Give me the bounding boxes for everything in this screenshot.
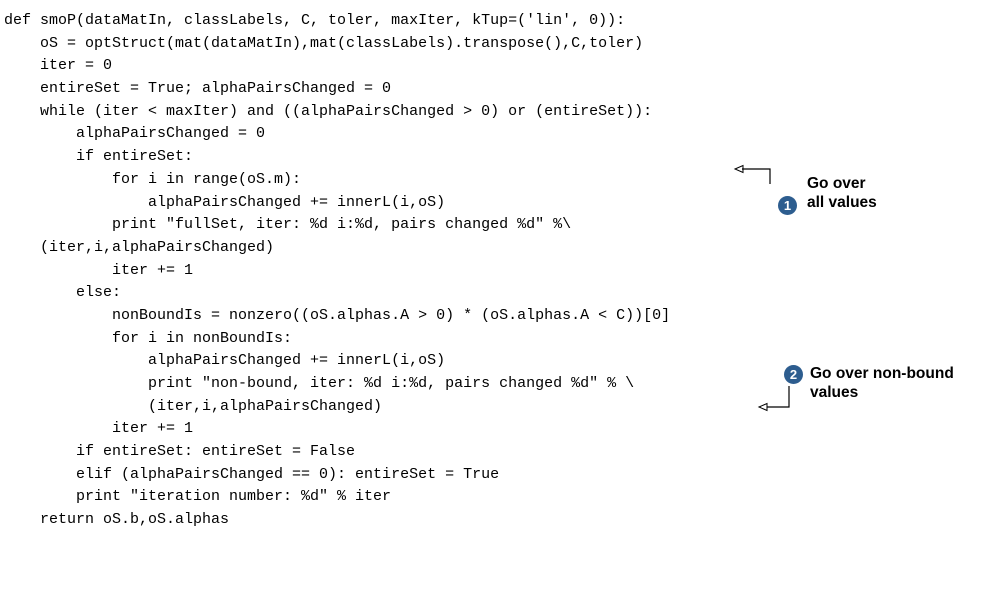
code-line: print "iteration number: %d" % iter xyxy=(4,488,392,506)
code-line: (iter,i,alphaPairsChanged) xyxy=(4,397,383,415)
code-listing: def smoP(dataMatIn, classLabels, C, tole… xyxy=(4,10,670,532)
code-line: if entireSet: entireSet = False xyxy=(4,443,356,461)
callout-arrow-1 xyxy=(733,164,771,184)
annotation-text-1: Go over all values xyxy=(807,174,877,212)
code-line: iter = 0 xyxy=(4,57,113,75)
code-line: print "non-bound, iter: %d i:%d, pairs c… xyxy=(4,375,635,392)
code-line: if entireSet: xyxy=(4,148,194,166)
annotation-2-line-2: values xyxy=(810,384,859,401)
code-line: iter += 1 xyxy=(4,420,194,438)
code-line: iter += 1 xyxy=(4,261,194,279)
annotation-badge-2: 2 xyxy=(784,365,803,384)
code-line: for i in nonBoundIs: xyxy=(4,329,293,347)
code-line: alphaPairsChanged += innerL(i,oS) xyxy=(4,352,446,370)
annotation-1-line-1: Go over xyxy=(807,175,866,192)
annotation-text-2: Go over non-bound values xyxy=(810,364,954,402)
code-line: alphaPairsChanged += innerL(i,oS) xyxy=(4,193,446,211)
code-line: def smoP(dataMatIn, classLabels, C, tole… xyxy=(4,12,626,29)
code-line: for i in range(oS.m): xyxy=(4,170,302,188)
code-line: alphaPairsChanged = 0 xyxy=(4,125,266,143)
code-line: entireSet = True; alphaPairsChanged = 0 xyxy=(4,80,392,98)
code-line: else: xyxy=(4,284,122,302)
annotation-1-line-2: all values xyxy=(807,194,877,211)
code-line: nonBoundIs = nonzero((oS.alphas.A > 0) *… xyxy=(4,306,671,324)
code-line: return oS.b,oS.alphas xyxy=(4,511,230,529)
annotation-badge-1: 1 xyxy=(778,196,797,215)
code-line: oS = optStruct(mat(dataMatIn),mat(classL… xyxy=(4,34,644,52)
code-line: print "fullSet, iter: %d i:%d, pairs cha… xyxy=(4,216,572,234)
callout-arrow-2 xyxy=(757,386,790,412)
code-line: elif (alphaPairsChanged == 0): entireSet… xyxy=(4,465,500,483)
annotation-2-line-1: Go over non-bound xyxy=(810,365,954,382)
code-line: while (iter < maxIter) and ((alphaPairsC… xyxy=(4,102,653,120)
code-line: (iter,i,alphaPairsChanged) xyxy=(4,238,275,256)
